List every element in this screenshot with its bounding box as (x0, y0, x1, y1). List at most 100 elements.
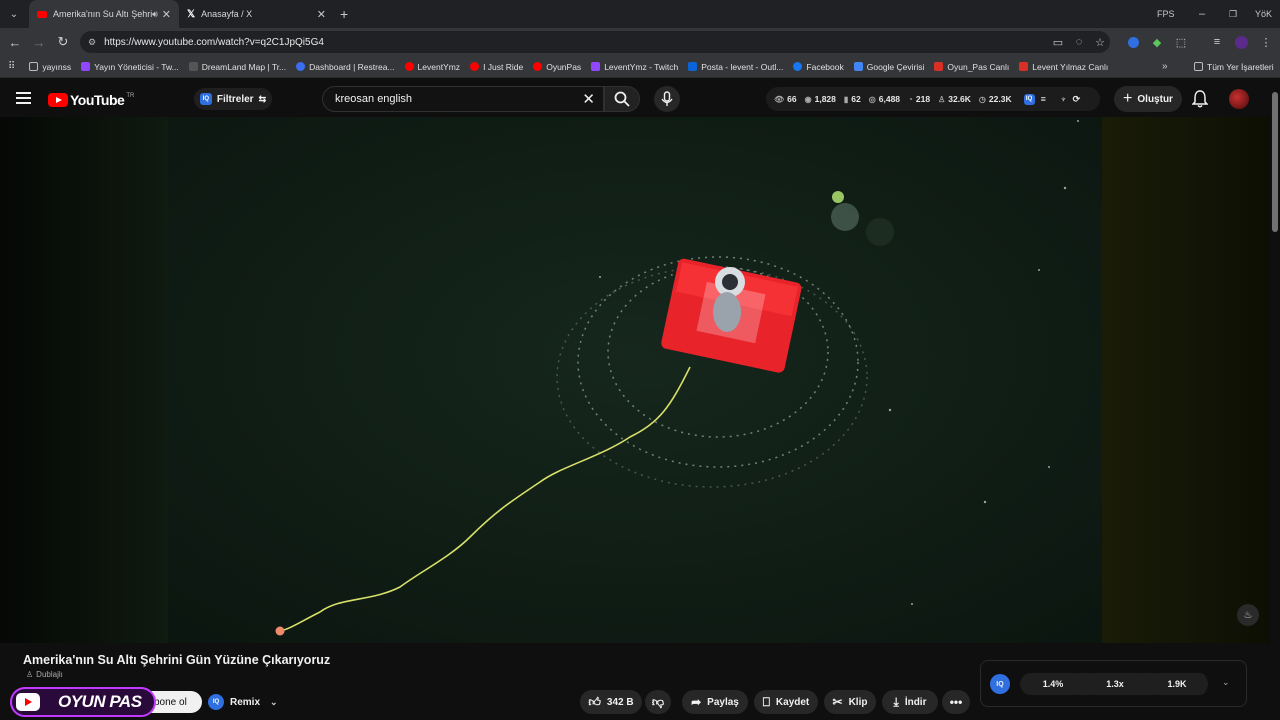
cast-icon[interactable]: ▭ (1050, 34, 1066, 50)
refresh-icon[interactable]: ⟳ (1073, 94, 1081, 105)
bookmark-item[interactable]: I Just Ride (470, 62, 523, 72)
extension-iq-icon[interactable] (1125, 34, 1141, 50)
profile-avatar-icon[interactable] (1233, 34, 1249, 50)
bookmark-label: Facebook (806, 61, 844, 72)
download-label: İndir (904, 696, 927, 708)
kebab-menu-icon[interactable]: ⋮ (1258, 34, 1274, 50)
bookmark-label: I Just Ride (483, 61, 524, 72)
subscribe-label: bone ol (154, 696, 187, 708)
scrollbar-thumb[interactable] (1272, 92, 1278, 232)
bookmark-item[interactable]: Posta - levent - Outl... (688, 62, 783, 72)
bookmark-item[interactable]: OyunPas (533, 62, 581, 72)
search-button[interactable] (604, 86, 640, 112)
bookmark-label: Posta - levent - Outl... (701, 61, 784, 72)
bookmark-item[interactable]: LeventYmz (404, 62, 460, 72)
clip-label: Klip (848, 696, 868, 708)
clip-button[interactable]: ✂ Klip (824, 690, 876, 714)
tab-search-icon[interactable]: ⌄ (3, 3, 25, 25)
new-tab-button[interactable]: + (340, 6, 348, 22)
twitch-icon (591, 62, 601, 71)
tab-x-home[interactable]: 𝕏 Anasayfa / X ✕ (179, 0, 334, 28)
comment-icon: ▮ (843, 94, 849, 104)
notifications-bell-icon[interactable] (1191, 90, 1209, 113)
url-input[interactable]: ⚙ https://www.youtube.com/watch?v=q2C1Jp… (80, 31, 1110, 53)
dubbed-label: Dublajlı (36, 670, 63, 679)
stat-subscribers: ♙ 32.6K (938, 94, 971, 104)
download-button[interactable]: ⤓ İndir (882, 690, 938, 714)
reload-icon[interactable]: ↻ (51, 34, 75, 50)
more-actions-button[interactable]: ••• (942, 690, 970, 714)
facebook-icon (793, 62, 803, 71)
extension-leaf-icon[interactable]: ◆ (1149, 34, 1165, 50)
bookmark-item[interactable]: Dashboard | Restrea... (296, 62, 395, 72)
iq-badge-icon[interactable]: IQ (990, 674, 1010, 694)
eye-icon: ◉ (804, 94, 812, 104)
stat-value: 66 (787, 94, 797, 104)
bookmark-item[interactable]: Oyun_Pas Canlı (934, 62, 1009, 72)
filters-button[interactable]: IQ Filtreler ⇆ (194, 88, 272, 110)
youtube-logo[interactable]: YouTube TR (48, 92, 134, 108)
like-count: 342 B (606, 696, 634, 708)
bookmark-item[interactable]: DreamLand Map | Tr... (188, 61, 287, 72)
thumbs-up-icon: 👍︎ (588, 694, 601, 709)
all-bookmarks-button[interactable]: Tüm Yer İşaretleri (1194, 62, 1274, 72)
stat-hours: ◷ 22.3K (979, 94, 1012, 104)
address-bar-row: ← → ↻ ⚙ https://www.youtube.com/watch?v=… (0, 28, 1280, 56)
remix-button[interactable]: IQ Remix ⌄ (208, 691, 278, 713)
close-tab-icon[interactable]: ✕ (317, 8, 326, 21)
bookmark-item[interactable]: LeventYmz - Twitch (591, 62, 678, 72)
extensions-puzzle-icon[interactable]: ⬚ (1173, 34, 1189, 50)
trophy-icon[interactable]: ♆ (1060, 94, 1067, 104)
apps-grid-icon[interactable]: ⠿ (8, 61, 15, 72)
close-tab-icon[interactable]: ✕ (162, 8, 171, 21)
more-bookmarks-icon[interactable]: » (1162, 61, 1168, 72)
subscribe-button[interactable]: bone ol (148, 691, 202, 713)
star-icon[interactable]: ☆ (1092, 34, 1108, 50)
eye-off-icon[interactable]: ◌ (1071, 34, 1087, 50)
stat-value: 218 (915, 94, 931, 104)
video-frame (0, 117, 1270, 643)
video-player[interactable]: ♨ (0, 117, 1270, 643)
bookmark-item[interactable]: Google Çevirisi (853, 62, 924, 72)
outlook-icon (688, 62, 698, 71)
channel-name: OYUN PAS (58, 692, 142, 711)
chevron-down-icon[interactable]: ⌄ (270, 697, 278, 708)
dubbed-badge: ♙ Dublajlı (26, 670, 63, 679)
youtube-icon (470, 62, 480, 71)
clock-icon: ◷ (978, 94, 986, 104)
chart-icon (1019, 62, 1029, 71)
minimize-icon[interactable]: – (1199, 0, 1205, 28)
chevron-down-icon[interactable]: ⌄ (1222, 677, 1230, 688)
speaker-icon[interactable]: 🔊︎ (152, 9, 158, 20)
iq-stat-engagement: 1.4% (1024, 673, 1082, 695)
share-button[interactable]: ➦ Paylaş (682, 690, 748, 714)
bookmark-item[interactable]: yayınss (29, 62, 71, 72)
tab-youtube-video[interactable]: Amerika'nın Su Altı Şehrini 🔊︎ ✕ (29, 0, 179, 28)
eye-icon: ◎ (868, 94, 876, 104)
channel-overlay-badge[interactable]: OYUN PAS (10, 687, 156, 717)
create-button[interactable]: + Oluştur (1114, 86, 1182, 112)
iq-icon[interactable]: IQ (1023, 93, 1035, 105)
dislike-button[interactable]: 👎︎ (645, 690, 671, 714)
account-avatar[interactable] (1229, 89, 1249, 109)
bookmark-item[interactable]: Facebook (793, 61, 844, 72)
like-button[interactable]: 👍︎ 342 B (580, 690, 642, 714)
ambient-lightbulb-icon[interactable]: ♨ (1237, 604, 1259, 626)
list-icon[interactable]: ≡ (1041, 94, 1046, 104)
search-input[interactable]: kreosan english ✕ (322, 86, 604, 112)
site-info-icon[interactable]: ⚙ (88, 37, 96, 48)
back-icon[interactable]: ← (3, 35, 27, 50)
voice-search-button[interactable] (654, 86, 680, 112)
restore-icon[interactable]: ❐ (1229, 0, 1237, 28)
save-button[interactable]: ⎕ Kaydet (754, 690, 818, 714)
clear-search-icon[interactable]: ✕ (582, 90, 595, 108)
bookmark-item[interactable]: Levent Yılmaz Canlı (1019, 62, 1108, 72)
bookmark-item[interactable]: Yayın Yöneticisi - Tw... (81, 62, 179, 72)
stat-time: ◔ 218 (908, 94, 930, 104)
sliders-icon: ⇆ (258, 93, 267, 104)
forward-icon[interactable]: → (27, 35, 51, 50)
bookmark-label: DreamLand Map | Tr... (201, 61, 287, 72)
twitch-icon (81, 62, 91, 71)
hamburger-menu-icon[interactable] (16, 91, 31, 110)
media-queue-icon[interactable]: ≡ (1209, 34, 1225, 50)
